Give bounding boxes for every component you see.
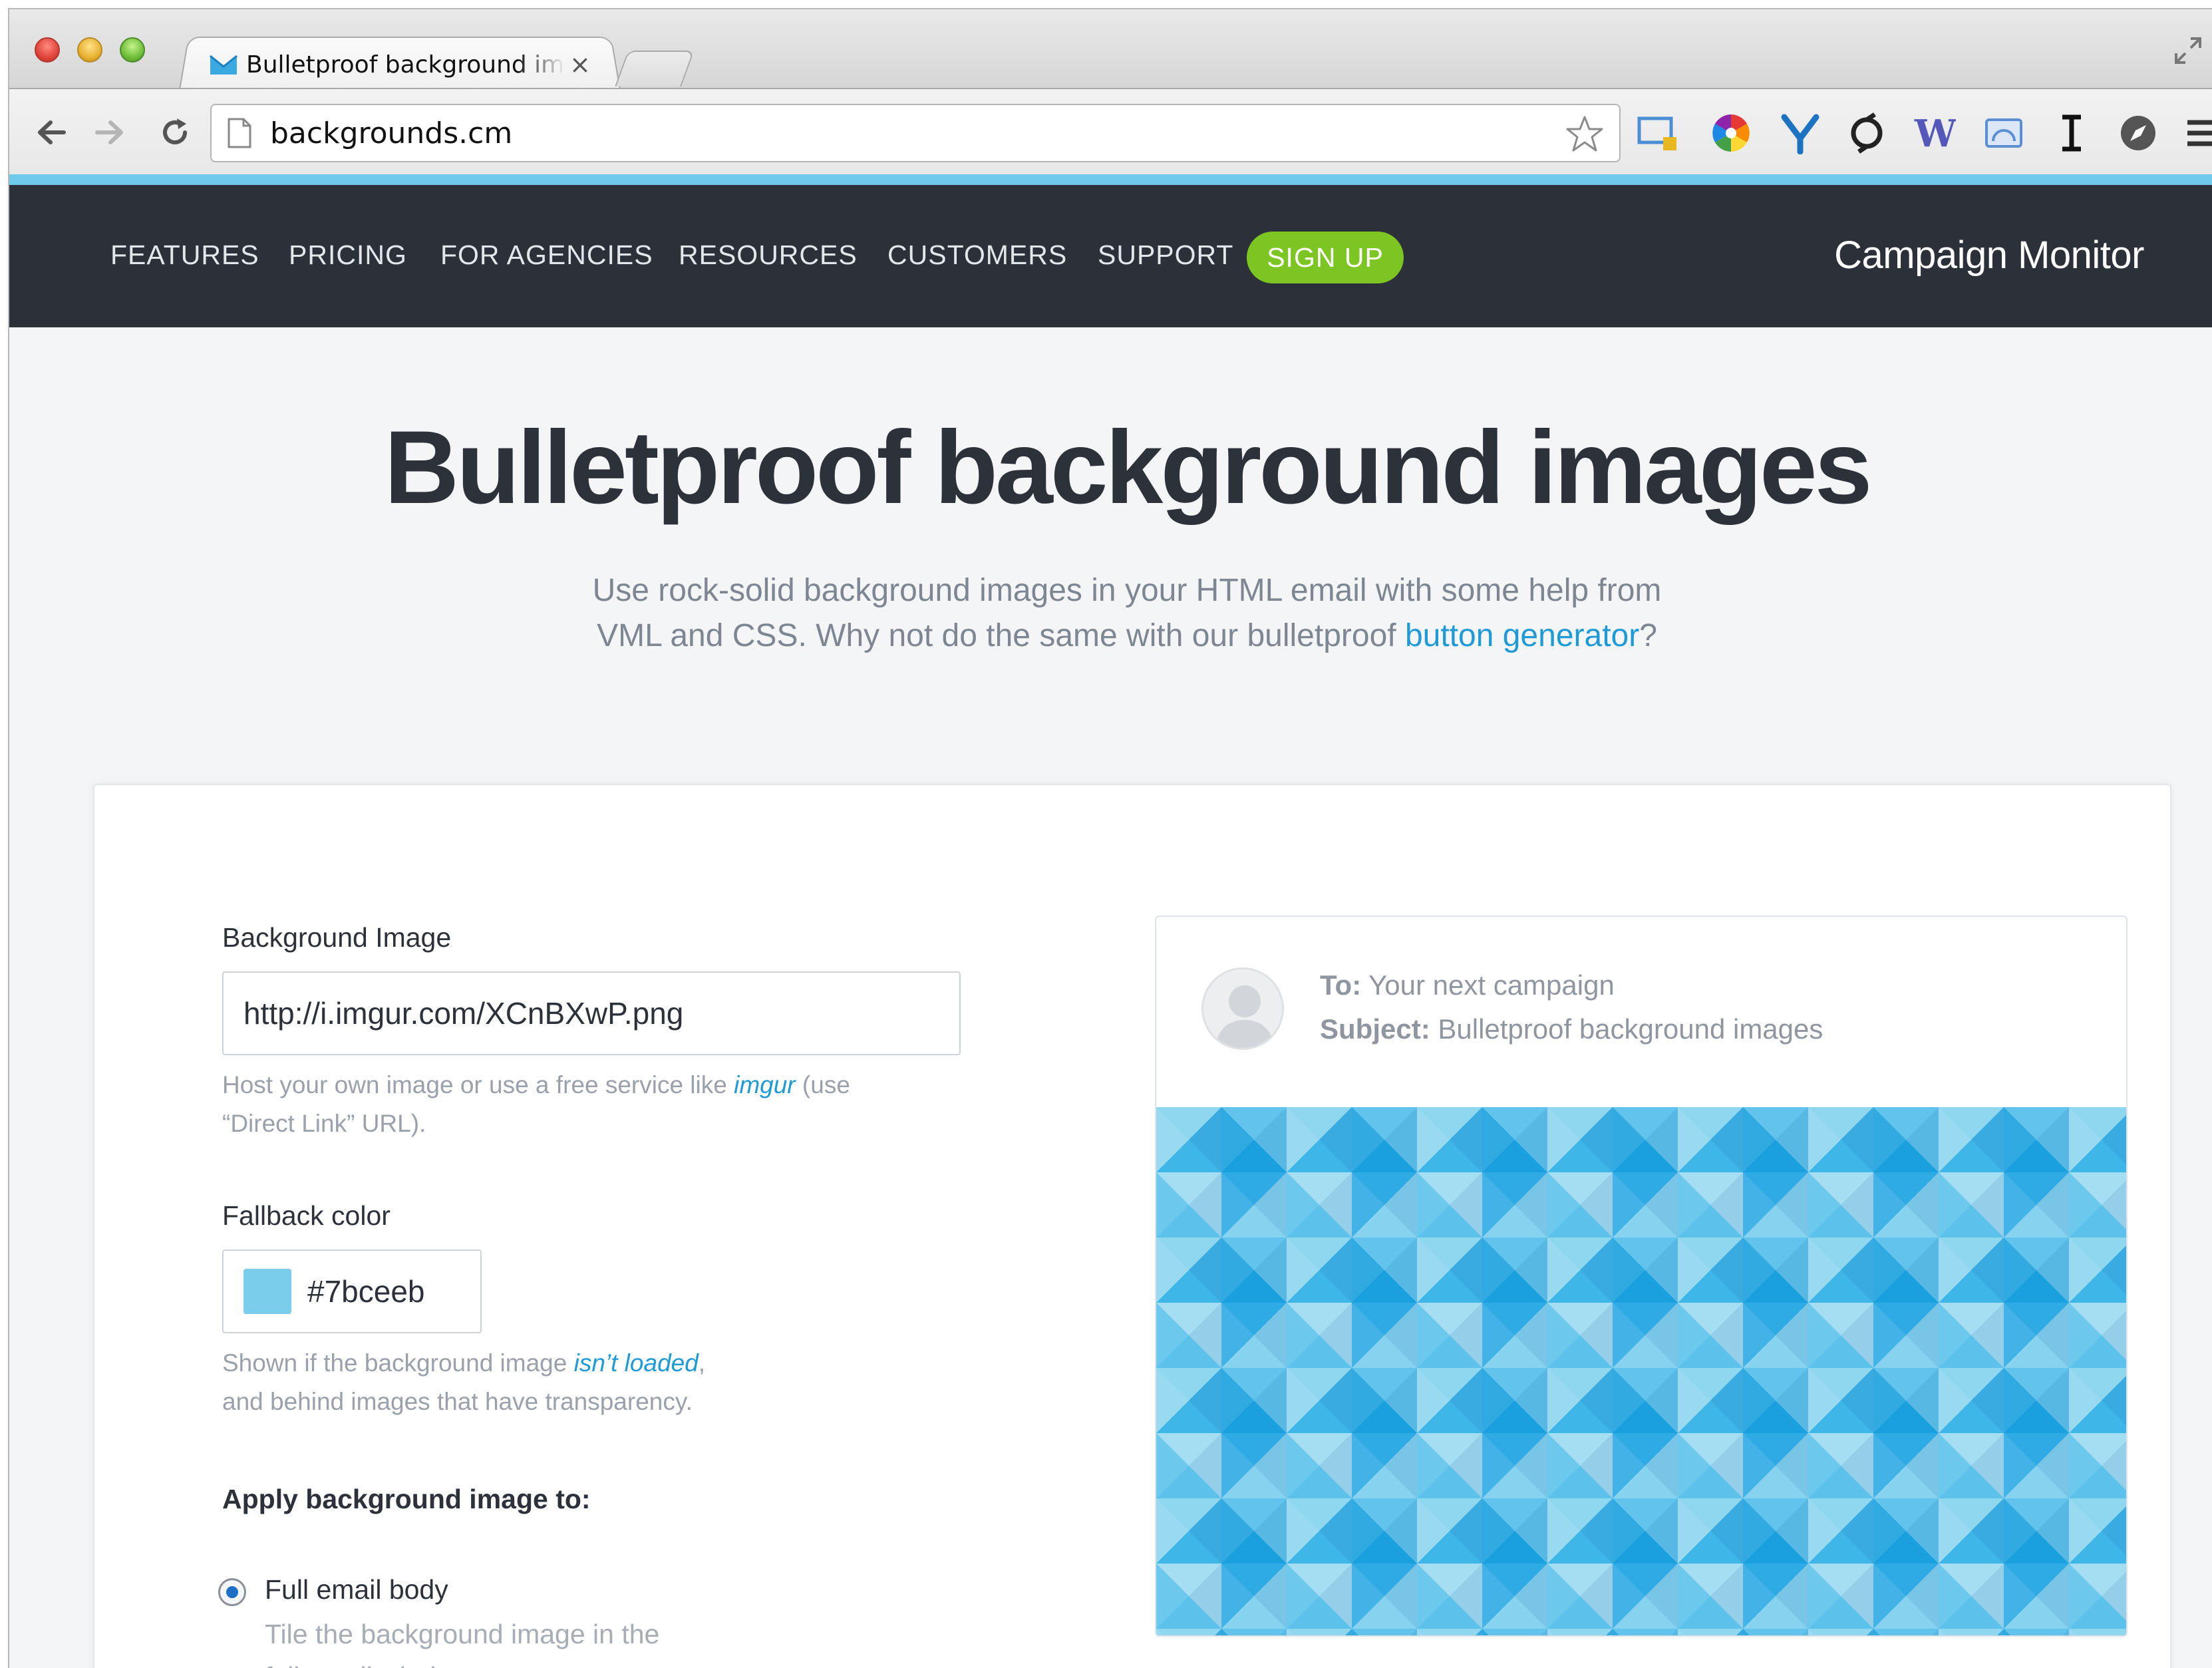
subject-label: Subject: [1320, 1013, 1430, 1045]
color-swatch[interactable] [243, 1269, 291, 1314]
isnt-loaded-link[interactable]: isn’t loaded [574, 1349, 699, 1377]
wappalyzer-extension-icon[interactable]: W [1913, 112, 1956, 154]
loading-strip [9, 174, 2212, 185]
bg-hint-line-2: “Direct Link” URL). [222, 1110, 426, 1137]
color-picker-extension-icon[interactable] [1710, 112, 1752, 154]
fallback-color-hint: Shown if the background image isn’t load… [222, 1344, 987, 1421]
fallback-color-label: Fallback color [222, 1200, 391, 1231]
yslow-extension-icon[interactable] [1779, 112, 1821, 154]
radio-selected-dot [226, 1586, 238, 1598]
fullscreen-icon[interactable] [2173, 36, 2203, 65]
forward-arrow-icon [95, 120, 123, 144]
back-button[interactable] [33, 114, 69, 150]
fallback-hint-line-2: and behind images that have transparency… [222, 1388, 693, 1415]
zoom-window-button[interactable] [120, 37, 145, 63]
page-title: Bulletproof background images [384, 410, 1873, 526]
user-silhouette-icon [1215, 985, 1274, 1048]
tab-title: Bulletproof background im [246, 51, 565, 79]
bookmark-star-icon[interactable] [1565, 114, 1605, 154]
fallback-hint-text: Shown if the background image [222, 1349, 574, 1377]
campaign-monitor-favicon-icon [210, 55, 237, 75]
compass-extension-icon[interactable] [2117, 112, 2159, 154]
fallback-color-input[interactable]: #7bceeb [222, 1250, 482, 1333]
minimize-window-button[interactable] [77, 37, 102, 63]
subtitle-end: ? [1639, 618, 1657, 653]
svg-text:W: W [1914, 112, 1956, 154]
reload-icon [163, 118, 187, 144]
background-image-label: Background Image [222, 922, 452, 953]
url-text: backgrounds.cm [270, 116, 513, 150]
background-image-hint: Host your own image or use a free servic… [222, 1066, 987, 1143]
speed-extension-icon[interactable] [1982, 112, 2025, 154]
background-image-input[interactable]: http://i.imgur.com/XCnBXwP.png [222, 971, 961, 1055]
page-icon [228, 118, 251, 148]
text-cursor-extension-icon[interactable] [2050, 112, 2093, 154]
generator-card: Background Image http://i.imgur.com/XCnB… [93, 784, 2171, 1668]
reload-button[interactable] [157, 114, 193, 150]
nav-resources[interactable]: RESOURCES [679, 240, 858, 271]
background-pattern-preview [1156, 1107, 2126, 1635]
nav-customers[interactable]: CUSTOMERS [887, 240, 1067, 271]
subject-value: Bulletproof background images [1438, 1013, 1823, 1045]
nav-support[interactable]: SUPPORT [1098, 240, 1233, 271]
page-subtitle: Use rock-solid background images in your… [9, 568, 2212, 659]
sync-extension-icon[interactable] [1845, 112, 1888, 154]
nav-features[interactable]: FEATURES [110, 240, 259, 271]
browser-window: Bulletproof background im × backgrounds.… [8, 8, 2212, 1668]
email-meta: To: Your next campaign Subject: Bulletpr… [1320, 963, 1823, 1051]
sign-up-button[interactable]: SIGN UP [1247, 232, 1404, 283]
imgur-link[interactable]: imgur [734, 1071, 796, 1098]
bg-hint-suffix: (use [795, 1071, 850, 1098]
option-desc-line-2: full email window. [265, 1661, 477, 1668]
close-window-button[interactable] [35, 37, 60, 63]
background-image-value: http://i.imgur.com/XCnBXwP.png [243, 996, 684, 1031]
browser-toolbar: backgrounds.cm W [9, 88, 2212, 174]
option-desc-line-1: Tile the background image in the [265, 1619, 660, 1649]
apply-heading: Apply background image to: [222, 1484, 591, 1514]
button-generator-link[interactable]: button generator [1405, 618, 1639, 653]
nav-pricing[interactable]: PRICING [289, 240, 407, 271]
screenshot-extension-icon[interactable] [1637, 112, 1679, 154]
email-preview: To: Your next campaign Subject: Bulletpr… [1155, 916, 2128, 1637]
address-bar[interactable]: backgrounds.cm [210, 104, 1621, 162]
forward-button[interactable] [92, 114, 128, 150]
to-value: Your next campaign [1368, 969, 1615, 1001]
to-label: To: [1320, 969, 1362, 1001]
back-arrow-icon [38, 120, 66, 144]
bg-hint-text: Host your own image or use a free servic… [222, 1071, 734, 1098]
full-email-body-radio[interactable] [218, 1578, 246, 1606]
site-header: FEATURES PRICING FOR AGENCIES RESOURCES … [9, 185, 2212, 327]
nav-for-agencies[interactable]: FOR AGENCIES [440, 240, 653, 271]
full-email-body-label[interactable]: Full email body [265, 1574, 448, 1605]
new-tab-button[interactable] [615, 51, 695, 86]
full-email-body-description: Tile the background image in the full em… [265, 1613, 659, 1668]
fallback-color-value: #7bceeb [307, 1274, 425, 1309]
tab-content: Bulletproof background im × [209, 43, 608, 86]
campaign-monitor-logo[interactable]: Campaign Monitor [1834, 233, 2144, 277]
subtitle-line-2: VML and CSS. Why not do the same with ou… [597, 618, 1405, 653]
menu-icon[interactable] [2181, 112, 2212, 154]
subtitle-line-1: Use rock-solid background images in your… [592, 573, 1662, 608]
avatar [1201, 967, 1284, 1050]
tab-close-icon[interactable]: × [569, 50, 591, 79]
fallback-hint-suffix: , [698, 1349, 706, 1377]
